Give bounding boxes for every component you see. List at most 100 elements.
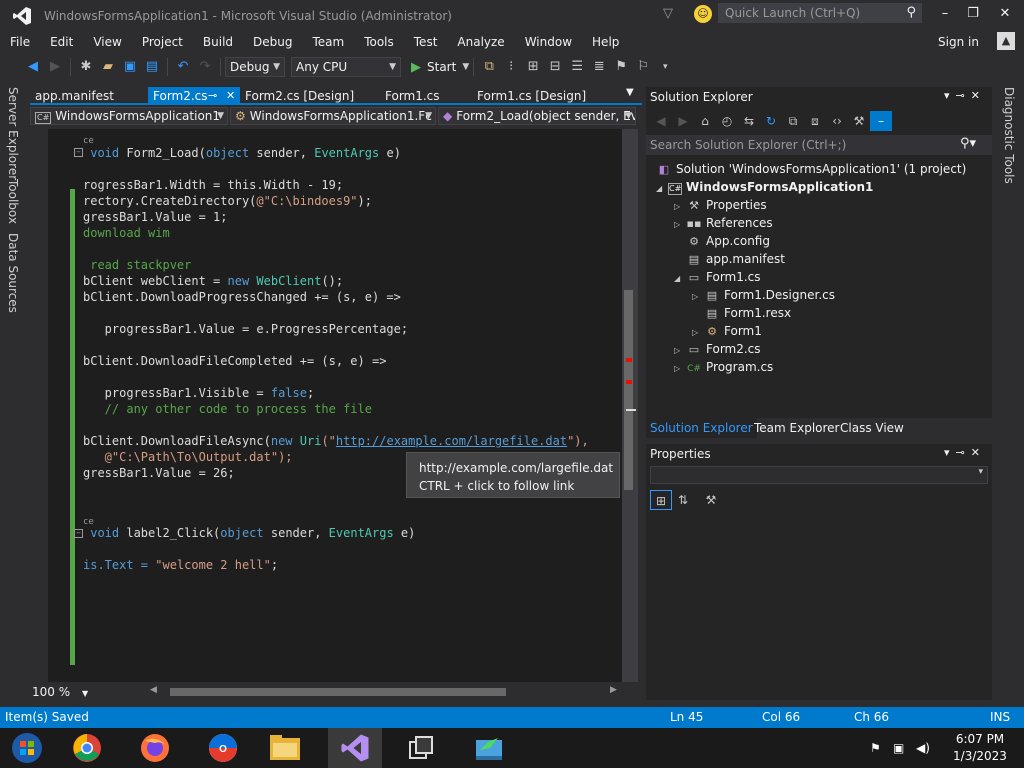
redo-icon[interactable]: ↷ — [194, 56, 216, 78]
member-dropdown[interactable]: ◆ Form2_Load(object sender, Eve ▼ — [438, 107, 636, 125]
tab-form1-cs[interactable]: Form1.cs — [380, 87, 472, 105]
save-icon[interactable]: ▣ — [119, 56, 141, 78]
step-icon[interactable]: ⁝ — [500, 56, 522, 78]
tab-form2-cs[interactable]: Form2.cs ⊸ ✕ — [148, 87, 240, 105]
error-marker[interactable] — [626, 380, 632, 384]
collapsed-arrow-icon[interactable]: ▷ — [674, 360, 686, 378]
quick-launch-box[interactable]: ⚲ — [718, 3, 922, 23]
browser-link-icon[interactable]: ⧉ — [478, 56, 500, 78]
object-selector-dropdown[interactable]: ▾ — [650, 466, 988, 484]
uncomment-icon[interactable]: ≣ — [588, 56, 610, 78]
properties-wrench-icon[interactable]: ⚒ — [848, 111, 870, 131]
forward-icon[interactable]: ▶ — [672, 111, 694, 131]
collapse-icon[interactable]: – — [74, 148, 83, 157]
collapsed-arrow-icon[interactable]: ▷ — [674, 216, 686, 234]
system-clock[interactable]: 6:07 PM 1/3/2023 — [948, 731, 1012, 765]
start-debugging-button[interactable]: ▶ Start ▼ — [411, 60, 469, 75]
open-file-icon[interactable]: ▰ — [97, 56, 119, 78]
tree-item-form1-cs[interactable]: ◢ ▭ Form1.cs — [674, 268, 761, 286]
sync-icon[interactable]: ⇆ — [738, 111, 760, 131]
tab-form2-design[interactable]: Form2.cs [Design] — [240, 87, 380, 105]
start-menu-button[interactable] — [0, 728, 54, 768]
minimize-button[interactable]: – — [932, 4, 958, 24]
close-icon[interactable]: ✕ — [226, 87, 235, 105]
alphabetical-icon[interactable]: ⇅ — [672, 490, 694, 510]
project-dropdown[interactable]: C# WindowsFormsApplication1 ▼ — [30, 107, 228, 125]
undo-icon[interactable]: ↶ — [172, 56, 194, 78]
solution-platform-select[interactable]: Any CPU ▼ — [291, 57, 401, 77]
property-pages-icon[interactable]: ⚒ — [700, 490, 722, 510]
solution-search-input[interactable] — [646, 135, 946, 155]
sign-in-link[interactable]: Sign in — [938, 32, 979, 52]
bookmark-icon[interactable]: ⚑ — [610, 56, 632, 78]
tab-app-manifest[interactable]: app.manifest — [30, 87, 148, 105]
menu-build[interactable]: Build — [193, 32, 243, 52]
class-dropdown[interactable]: ⚙ WindowsFormsApplication1.Fc ▼ — [230, 107, 436, 125]
url-link[interactable]: http://example.com/largefile.dat — [336, 434, 567, 448]
chrome-taskbar-button[interactable] — [60, 728, 114, 768]
error-marker[interactable] — [626, 358, 632, 362]
volume-icon[interactable]: ◀) — [916, 741, 930, 755]
tab-form1-design[interactable]: Form1.cs [Design] — [472, 87, 612, 105]
panel-controls[interactable]: ▾⊸✕ — [944, 446, 986, 459]
save-all-icon[interactable]: ▤ — [141, 56, 163, 78]
data-sources-tab[interactable]: Data Sources — [6, 233, 20, 313]
scroll-left-icon[interactable]: ◀ — [150, 685, 157, 695]
menu-tools[interactable]: Tools — [354, 32, 404, 52]
menu-project[interactable]: Project — [132, 32, 193, 52]
expanded-arrow-icon[interactable]: ◢ — [674, 270, 686, 288]
menu-team[interactable]: Team — [302, 32, 354, 52]
close-window-button[interactable]: ✕ — [992, 4, 1018, 24]
tree-item-properties[interactable]: ▷ ⚒ Properties — [674, 196, 767, 214]
show-all-files-icon[interactable]: ⧈ — [804, 111, 826, 131]
menu-test[interactable]: Test — [404, 32, 448, 52]
app-taskbar-button[interactable]: O — [196, 728, 250, 768]
categorized-icon[interactable]: ⊞ — [650, 490, 672, 510]
installer-taskbar-button[interactable] — [462, 728, 516, 768]
tree-item-solution[interactable]: ◧ Solution 'WindowsFormsApplication1' (1 … — [656, 160, 967, 178]
collapsed-arrow-icon[interactable]: ▷ — [692, 288, 704, 306]
server-explorer-tab[interactable]: Server Explorer — [6, 87, 20, 180]
collapse-icon[interactable]: – — [74, 529, 83, 538]
visual-studio-taskbar-button[interactable] — [328, 728, 382, 768]
tree-item-form1-designer[interactable]: ▷ ▤ Form1.Designer.cs — [692, 286, 835, 304]
code-editor[interactable]: ce – void Form2_Load(object sender, Even… — [48, 129, 622, 682]
notification-flag-icon[interactable]: ▽ — [663, 6, 679, 22]
expanded-arrow-icon[interactable]: ◢ — [656, 180, 668, 198]
menu-debug[interactable]: Debug — [243, 32, 302, 52]
tab-solution-explorer[interactable]: Solution Explorer — [646, 418, 757, 438]
solution-search-box[interactable]: ⚲▾ — [646, 135, 992, 155]
tree-item-form1-resx[interactable]: ▤ Form1.resx — [704, 304, 791, 322]
panel-controls[interactable]: ▾⊸✕ — [944, 89, 986, 102]
firefox-taskbar-button[interactable] — [128, 728, 182, 768]
back-icon[interactable]: ◀ — [650, 111, 672, 131]
solution-explorer-icon[interactable]: ⊞ — [522, 56, 544, 78]
tree-item-form2-cs[interactable]: ▷ ▭ Form2.cs — [674, 340, 761, 358]
pending-changes-icon[interactable]: ◴ — [716, 111, 738, 131]
quick-launch-input[interactable] — [719, 4, 889, 22]
editor-vertical-scroll-thumb[interactable] — [624, 290, 633, 490]
feedback-smiley-icon[interactable]: ☺ — [694, 5, 712, 23]
tree-item-project[interactable]: ◢ C# WindowsFormsApplication1 — [656, 178, 873, 196]
scroll-right-icon[interactable]: ▶ — [610, 685, 617, 695]
preview-icon[interactable]: – — [870, 111, 892, 131]
restore-button[interactable]: ❐ — [960, 4, 986, 24]
search-icon[interactable]: ⚲▾ — [960, 136, 976, 151]
tree-item-app-config[interactable]: ⚙ App.config — [686, 232, 770, 250]
solution-configuration-select[interactable]: Debug ▼ — [225, 57, 285, 77]
comment-icon[interactable]: ☰ — [566, 56, 588, 78]
properties-icon[interactable]: ⊟ — [544, 56, 566, 78]
navigate-back-icon[interactable]: ◀ — [22, 56, 44, 78]
menu-file[interactable]: File — [0, 32, 40, 52]
zoom-level-select[interactable]: 100 % ▼ — [32, 684, 90, 700]
pin-icon[interactable]: ⊸ — [208, 87, 217, 105]
search-icon[interactable]: ⚲ — [906, 5, 916, 20]
action-center-flag-icon[interactable]: ⚑ — [870, 741, 881, 755]
diagnostic-tools-tab[interactable]: Diagnostic Tools — [1002, 87, 1016, 184]
tree-item-form1-class[interactable]: ▷ ⚙ Form1 — [692, 322, 762, 340]
menu-view[interactable]: View — [83, 32, 131, 52]
menu-edit[interactable]: Edit — [40, 32, 83, 52]
refresh-icon[interactable]: ↻ — [760, 111, 782, 131]
tree-item-app-manifest[interactable]: ▤ app.manifest — [686, 250, 785, 268]
tree-item-references[interactable]: ▷ ▪▪ References — [674, 214, 773, 232]
